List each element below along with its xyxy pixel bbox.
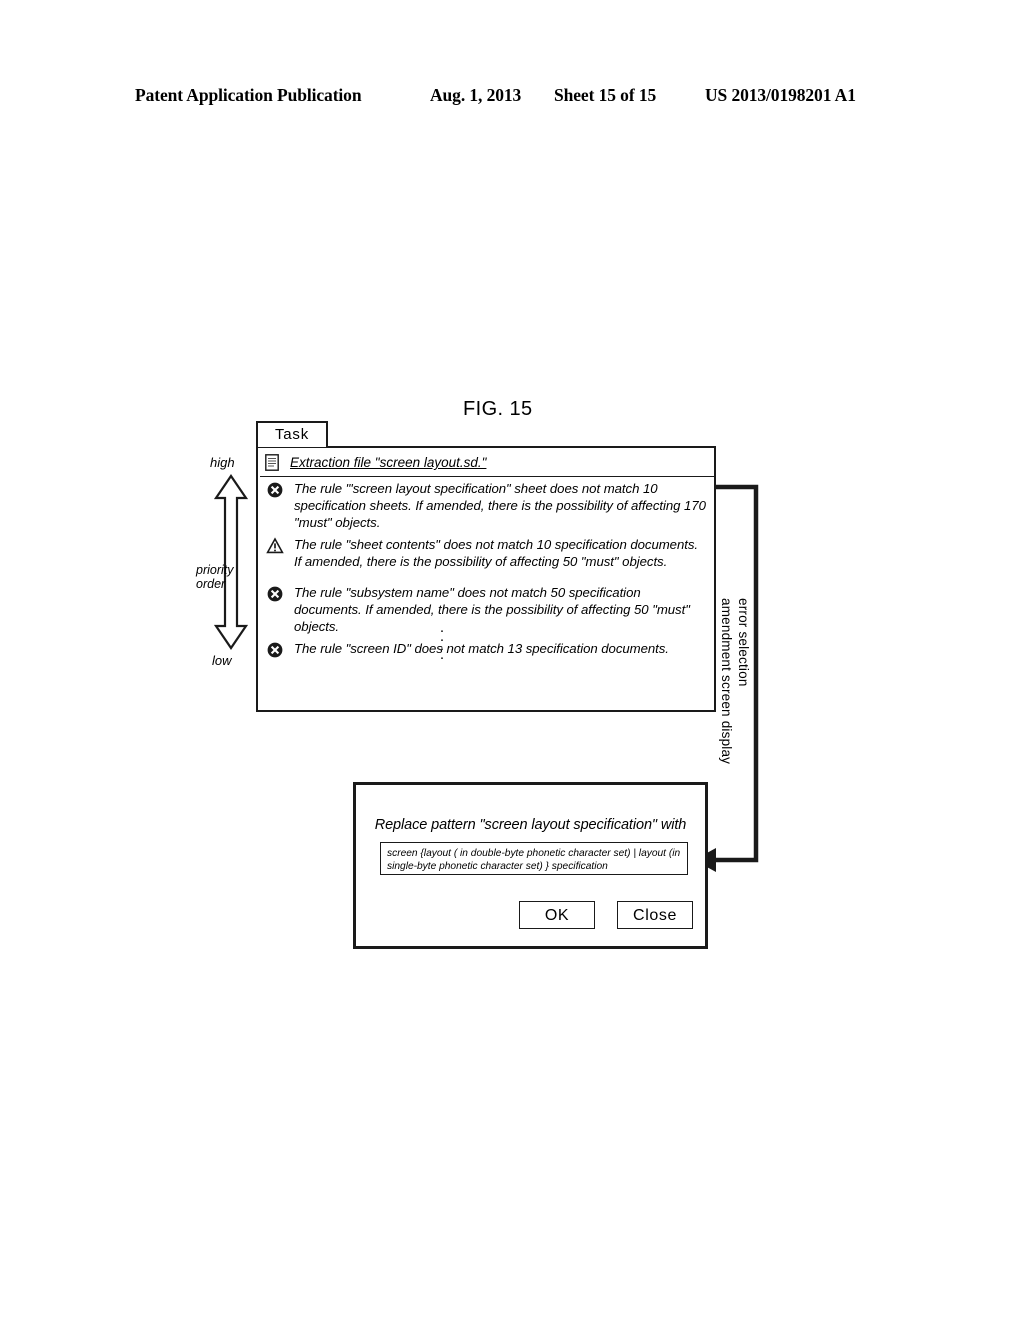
file-icon xyxy=(265,454,279,471)
list-item-text: The rule "sheet contents" does not match… xyxy=(294,537,699,569)
publication-title: Patent Application Publication xyxy=(135,85,362,105)
extraction-file-label: Extraction file "screen layout.sd." xyxy=(290,455,487,470)
extraction-file-row[interactable]: Extraction file "screen layout.sd." xyxy=(260,450,714,477)
close-button[interactable]: Close xyxy=(617,901,693,929)
dialog-button-row: OK Close xyxy=(519,901,694,931)
priority-order-label: priority order xyxy=(196,563,246,591)
list-item[interactable]: The rule "subsystem name" does not match… xyxy=(260,581,714,637)
list-item-text: The rule "subsystem name" does not match… xyxy=(294,585,690,634)
error-circle-x-icon xyxy=(267,482,283,498)
figure-label: FIG. 15 xyxy=(463,398,533,420)
list-item[interactable]: The rule "sheet contents" does not match… xyxy=(260,533,714,572)
priority-order-axis: high priority order low xyxy=(196,455,258,675)
warning-triangle-icon xyxy=(266,537,284,554)
task-window: Extraction file "screen layout.sd." The … xyxy=(256,446,716,712)
list-item[interactable]: The rule "'screen layout specification" … xyxy=(260,477,714,533)
double-arrow-icon xyxy=(214,474,248,650)
error-circle-x-icon xyxy=(267,586,283,602)
patent-number: US 2013/0198201 A1 xyxy=(705,85,856,105)
priority-low-label: low xyxy=(212,653,232,668)
sheet-number: Sheet 15 of 15 xyxy=(554,85,657,105)
list-item[interactable]: The rule "screen ID" does not match 13 s… xyxy=(260,637,714,659)
list-item-text: The rule "screen ID" does not match 13 s… xyxy=(294,641,669,656)
error-list: The rule "'screen layout specification" … xyxy=(260,477,714,659)
publication-date: Aug. 1, 2013 xyxy=(430,85,522,105)
task-tab[interactable]: Task xyxy=(256,421,328,447)
priority-order-line1: priority xyxy=(196,563,234,577)
error-circle-x-icon xyxy=(267,642,283,658)
replace-dialog: Replace pattern "screen layout specifica… xyxy=(353,782,708,949)
ok-button[interactable]: OK xyxy=(519,901,595,929)
patent-header: Patent Application Publication Aug. 1, 2… xyxy=(135,85,895,111)
priority-order-line2: order xyxy=(196,577,226,591)
ellipsis-dot: · xyxy=(439,649,445,666)
priority-high-label: high xyxy=(210,455,235,470)
task-tab-label: Task xyxy=(274,426,310,443)
replace-dialog-title: Replace pattern "screen layout specifica… xyxy=(374,817,687,833)
replace-pattern-input[interactable]: screen {layout ( in double-byte phonetic… xyxy=(380,842,688,875)
list-item-text: The rule "'screen layout specification" … xyxy=(294,481,706,530)
vertical-ellipsis: · · · · xyxy=(436,623,448,666)
